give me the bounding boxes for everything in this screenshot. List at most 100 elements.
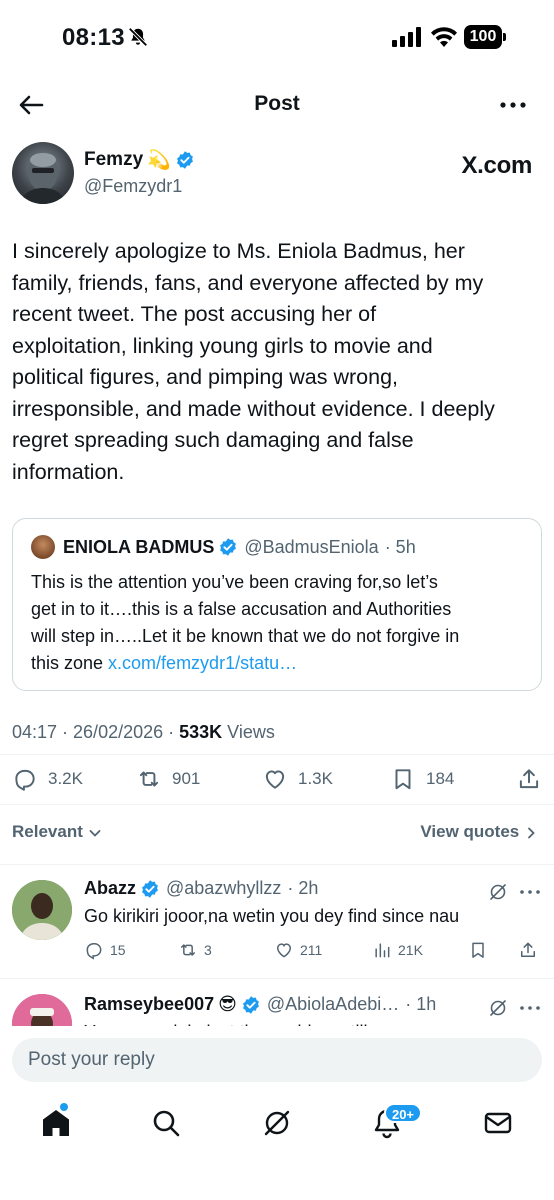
post-text-line: irresponsible, and made without evidence… xyxy=(12,396,495,421)
more-options-icon[interactable] xyxy=(518,998,542,1018)
reply-button[interactable]: 15 xyxy=(84,940,126,960)
repost-icon xyxy=(181,944,195,956)
divider xyxy=(0,804,554,805)
page-title: Post xyxy=(254,92,300,115)
reply-author-name[interactable]: Abazz xyxy=(84,878,136,899)
post-meta: 04:17 · 26/02/2026 · 533K Views xyxy=(12,722,275,743)
battery-icon: 100 xyxy=(464,25,506,49)
quoted-text-line: this zone xyxy=(31,653,109,673)
grok-icon[interactable] xyxy=(488,882,508,902)
grok-icon[interactable] xyxy=(260,1106,294,1140)
quoted-post-text: This is the attention you’ve been cravin… xyxy=(31,569,529,677)
post-author: Femzy 💫 @Femzydr1 X.com xyxy=(0,140,554,210)
reply-button[interactable]: 3.2K xyxy=(12,766,83,792)
heart-icon xyxy=(276,943,292,958)
divider xyxy=(0,754,554,755)
post-text-line: family, friends, fans, and everyone affe… xyxy=(12,270,484,295)
wifi-icon xyxy=(431,27,457,47)
messages-envelope-icon[interactable] xyxy=(481,1106,515,1140)
quoted-text-line: get in to it….this is a false accusation… xyxy=(31,599,452,619)
repost-button[interactable]: 3 xyxy=(178,940,212,960)
share-icon xyxy=(521,942,535,957)
author-name-text: Femzy xyxy=(84,149,144,170)
reply-composer[interactable]: Post your reply xyxy=(12,1038,542,1082)
status-bar: 08:13 100 xyxy=(0,0,554,78)
reply-author-handle[interactable]: @AbiolaAdebi… xyxy=(267,994,399,1015)
quoted-text-line-last: this zone x.com/femzydr1/statu… xyxy=(31,650,529,677)
heart-icon xyxy=(265,770,285,789)
views-label: Views xyxy=(222,722,275,742)
reply-sort-dropdown[interactable]: Relevant xyxy=(12,822,102,842)
repost-count: 901 xyxy=(172,769,201,788)
post-text-line: recent tweet. The post accusing her of xyxy=(12,302,377,326)
post-text-line: regret spreading such damaging and false xyxy=(12,428,414,452)
author-avatar[interactable] xyxy=(12,142,74,204)
like-count: 211 xyxy=(300,942,323,958)
quoted-post[interactable]: ENIOLA BADMUS @BadmusEniola · 5h This is… xyxy=(12,518,542,691)
reply-author-name[interactable]: Ramseybee007 xyxy=(84,994,214,1015)
dizzy-emoji-icon: 💫 xyxy=(147,150,171,171)
cellular-signal-icon xyxy=(392,27,421,47)
reply-count: 15 xyxy=(110,942,126,958)
share-button[interactable] xyxy=(516,766,552,792)
grok-icon[interactable] xyxy=(488,998,508,1018)
reply-header: Ramseybee007 😎 @AbiolaAdebi… · 1h xyxy=(84,994,436,1015)
author-name[interactable]: Femzy 💫 xyxy=(84,148,195,172)
reply-action-bar: 15 3 211 21K xyxy=(84,940,542,964)
verified-badge-icon xyxy=(242,995,259,1014)
views-count: 21K xyxy=(398,942,423,958)
quoted-post-link[interactable]: x.com/femzydr1/statu… xyxy=(108,653,297,673)
post-text-line: exploitation, linking young girls to mov… xyxy=(12,333,433,358)
views-count[interactable]: 533K xyxy=(179,722,222,742)
quoted-author-name: ENIOLA BADMUS xyxy=(63,536,215,557)
search-icon[interactable] xyxy=(149,1106,183,1140)
bookmark-icon xyxy=(395,769,411,790)
repost-icon xyxy=(139,771,159,787)
views-button[interactable]: 21K xyxy=(372,940,423,960)
share-button[interactable] xyxy=(518,940,544,960)
reply-item[interactable]: Abazz @abazwhyllzz · 2h Go kirikiri jooo… xyxy=(0,864,554,978)
chevron-right-icon xyxy=(528,827,535,838)
quoted-author-avatar xyxy=(31,535,55,559)
post-timestamp: 04:17 · 26/02/2026 · xyxy=(12,722,180,742)
notifications-badge: 20+ xyxy=(384,1103,422,1123)
quoted-post-header: ENIOLA BADMUS @BadmusEniola · 5h xyxy=(31,535,416,559)
status-time: 08:13 xyxy=(62,24,125,51)
reply-author-handle[interactable]: @abazwhyllzz xyxy=(166,878,281,899)
author-handle[interactable]: @Femzydr1 xyxy=(84,176,182,197)
source-label: X.com xyxy=(461,152,532,179)
post-text: I sincerely apologize to Ms. Eniola Badm… xyxy=(12,236,544,488)
view-quotes-label: View quotes xyxy=(420,822,520,841)
reply-avatar[interactable] xyxy=(12,880,72,940)
share-icon xyxy=(519,769,539,789)
quoted-author-handle: @BadmusEniola xyxy=(244,536,379,557)
sunglasses-emoji-icon: 😎 xyxy=(218,994,237,1014)
reply-sort-label: Relevant xyxy=(12,822,83,841)
home-icon[interactable] xyxy=(39,1106,73,1140)
verified-badge-icon xyxy=(220,538,237,556)
more-options-icon[interactable] xyxy=(518,882,542,902)
bookmark-button[interactable] xyxy=(468,940,494,960)
quoted-post-age: · 5h xyxy=(384,536,416,557)
repost-button[interactable]: 901 xyxy=(136,766,200,792)
post-text-line: political figures, and pimping was wrong… xyxy=(12,365,399,389)
reply-input-placeholder: Post your reply xyxy=(28,1049,155,1070)
post-text-line: I sincerely apologize to Ms. Eniola Badm… xyxy=(12,239,465,263)
view-quotes-link[interactable]: View quotes xyxy=(420,822,538,842)
like-button[interactable]: 1.3K xyxy=(262,766,333,792)
repost-count: 3 xyxy=(204,942,212,958)
verified-badge-icon xyxy=(176,151,193,169)
bookmark-button[interactable]: 184 xyxy=(390,766,454,792)
verified-badge-icon xyxy=(142,879,158,898)
more-options-icon[interactable] xyxy=(497,90,529,120)
like-button[interactable]: 211 xyxy=(274,940,322,960)
reply-text: Go kirikiri jooor,na wetin you dey find … xyxy=(84,906,460,926)
reply-icon xyxy=(86,943,102,960)
reply-header: Abazz @abazwhyllzz · 2h xyxy=(84,878,318,899)
reply-age: · 2h xyxy=(287,878,319,898)
chevron-down-icon xyxy=(89,829,101,837)
analytics-icon xyxy=(375,943,390,958)
post-action-bar: 3.2K 901 1.3K 184 xyxy=(0,762,554,796)
bell-muted-icon xyxy=(128,27,148,47)
reply-count: 3.2K xyxy=(48,769,83,788)
